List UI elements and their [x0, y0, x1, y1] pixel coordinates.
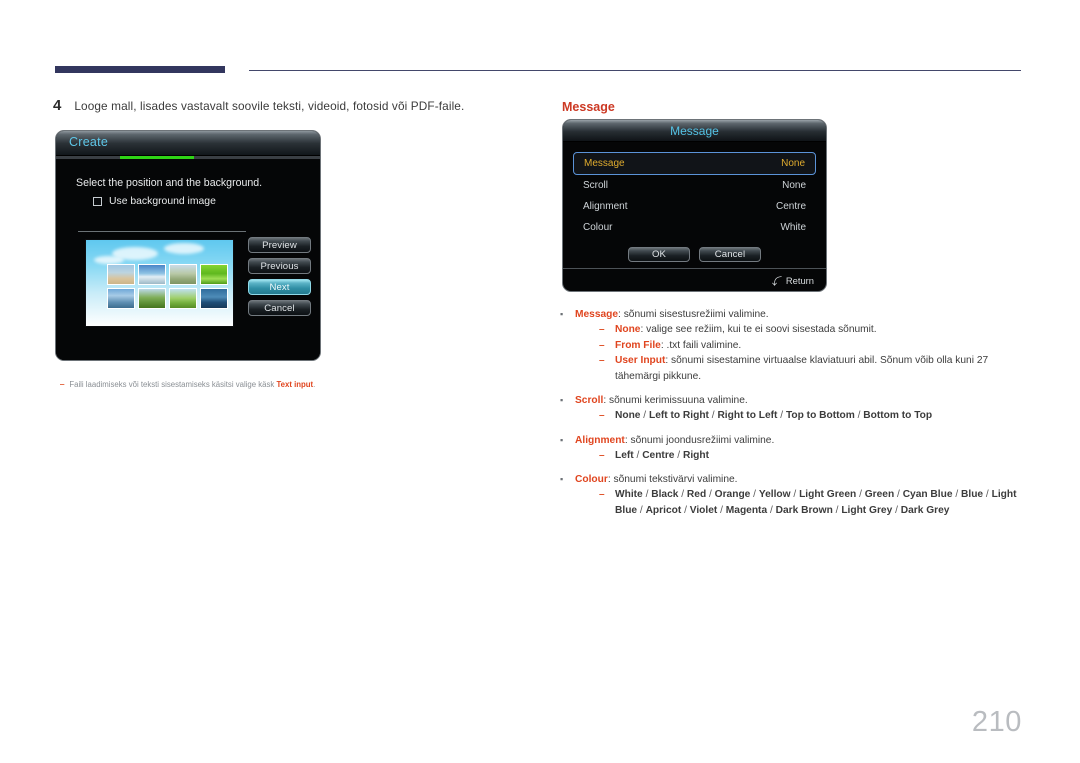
sub-bullet-scroll-options: – None / Left to Right / Right to Left /… — [599, 408, 1036, 424]
message-dialog-titlebar: Message — [563, 120, 826, 142]
footnote-dash: ‒ — [60, 380, 65, 389]
message-dialog-actions: OK Cancel — [573, 247, 816, 262]
message-dialog-body: Message None Scroll None Alignment Centr… — [563, 142, 826, 262]
row-label: Alignment — [583, 201, 628, 212]
row-label: Colour — [583, 222, 613, 233]
sub-bullet-alignment-options: – Left / Centre / Right — [599, 448, 1036, 464]
sub-bullet-colour-options: – White / Black / Red / Orange / Yellow … — [599, 487, 1036, 518]
dash-icon: – — [599, 410, 605, 421]
bullet-text: Scroll: sõnumi kerimissuuna valimine. — [575, 395, 748, 406]
create-dialog-titlebar: Create — [56, 131, 320, 156]
return-label: Return — [785, 274, 814, 286]
message-row-scroll[interactable]: Scroll None — [573, 175, 816, 196]
bullet-text: Colour: sõnumi tekstivärvi valimine. — [575, 474, 738, 485]
use-background-image-label: Use background image — [109, 196, 216, 207]
row-value: None — [781, 158, 805, 169]
preview-thumbnail — [107, 288, 135, 309]
message-dialog: Message Message None Scroll None Alignme… — [562, 119, 827, 292]
dash-icon: – — [599, 449, 605, 461]
cloud-shape — [94, 256, 124, 264]
cancel-button[interactable]: Cancel — [248, 300, 311, 316]
header-accent-bar — [55, 66, 225, 73]
page-number: 210 — [971, 706, 1022, 738]
message-dialog-title: Message — [670, 123, 719, 138]
bullet-text: Alignment: sõnumi joondusrežiimi valimin… — [575, 434, 775, 446]
dash-icon: – — [599, 489, 605, 500]
create-instruction: Select the position and the background. — [76, 177, 263, 189]
sub-list: – None / Left to Right / Right to Left /… — [599, 408, 1036, 424]
return-arrow-icon: ⤵ — [771, 276, 782, 288]
bullet-text: Message: sõnumi sisestusrežiimi valimine… — [575, 309, 769, 320]
dash-icon: – — [599, 339, 605, 351]
sub-list: – Left / Centre / Right — [599, 448, 1036, 464]
bullet-scroll: ▪ Scroll: sõnumi kerimissuuna valimine. … — [560, 393, 1036, 424]
create-divider — [78, 231, 246, 232]
next-button[interactable]: Next — [248, 279, 311, 295]
preview-thumbnail — [200, 264, 228, 285]
manual-page: 4 Looge mall, lisades vastavalt soovile … — [0, 0, 1080, 763]
sub-bullet-text: None: valige see režiim, kui te ei soovi… — [615, 324, 877, 335]
bullet-dot-icon: ▪ — [560, 434, 564, 445]
sub-bullet-text: From File: .txt faili valimine. — [615, 339, 742, 351]
dash-icon: – — [599, 355, 605, 366]
header-rule — [249, 70, 1021, 71]
sub-list: – White / Black / Red / Orange / Yellow … — [599, 487, 1036, 518]
ok-button[interactable]: OK — [628, 247, 690, 262]
row-value: Centre — [775, 201, 806, 212]
description-list: ▪ Message: sõnumi sisestusrežiimi valimi… — [560, 307, 1036, 518]
preview-thumbnail — [169, 264, 197, 285]
create-dialog-title: Create — [69, 135, 109, 149]
dash-icon: – — [599, 324, 605, 335]
sub-bullet-from-file: – From File: .txt faili valimine. — [599, 338, 1036, 354]
bullet-message: ▪ Message: sõnumi sisestusrežiimi valimi… — [560, 307, 1036, 384]
preview-thumbnail — [169, 288, 197, 309]
create-dialog: Create Select the position and the backg… — [55, 130, 321, 361]
template-preview — [85, 239, 234, 327]
footnote-highlight: Text input — [276, 380, 314, 389]
step-instruction: 4 Looge mall, lisades vastavalt soovile … — [53, 97, 464, 114]
bullet-dot-icon: ▪ — [560, 309, 564, 319]
checkbox-box-icon[interactable] — [93, 197, 102, 206]
row-value: None — [782, 180, 806, 191]
sub-bullet-none: – None: valige see režiim, kui te ei soo… — [599, 322, 1036, 338]
scroll-options: None / Left to Right / Right to Left / T… — [615, 410, 933, 421]
section-title: Message — [562, 100, 615, 114]
preview-thumbnail — [138, 288, 166, 309]
use-background-image-checkbox[interactable]: Use background image — [93, 196, 216, 207]
step-text: Looge mall, lisades vastavalt soovile te… — [74, 99, 465, 113]
alignment-options: Left / Centre / Right — [615, 449, 709, 461]
preview-thumbnail — [138, 264, 166, 285]
row-label: Scroll — [583, 180, 609, 191]
sub-list: – None: valige see režiim, kui te ei soo… — [599, 322, 1036, 384]
sub-bullet-user-input: – User Input: sõnumi sisestamine virtuaa… — [599, 353, 1036, 384]
message-dialog-footer: ⤵ Return — [563, 268, 826, 291]
footnote: ‒ Faili laadimiseks või teksti sisestami… — [60, 380, 315, 389]
bullet-colour: ▪ Colour: sõnumi tekstivärvi valimine. –… — [560, 472, 1036, 518]
message-row-message[interactable]: Message None — [573, 152, 816, 175]
sub-bullet-text: User Input: sõnumi sisestamine virtuaals… — [615, 355, 989, 382]
footnote-text: Faili laadimiseks või teksti sisestamise… — [69, 380, 316, 389]
create-dialog-body: Select the position and the background. … — [56, 159, 320, 360]
bullet-dot-icon: ▪ — [560, 395, 564, 405]
bullet-alignment: ▪ Alignment: sõnumi joondusrežiimi valim… — [560, 433, 1036, 464]
cloud-shape — [164, 243, 204, 254]
preview-thumbnail — [200, 288, 228, 309]
row-value: White — [780, 222, 806, 233]
create-dialog-buttons: Preview Previous Next Cancel — [248, 237, 311, 316]
message-cancel-button[interactable]: Cancel — [699, 247, 761, 262]
step-number: 4 — [53, 97, 62, 114]
previous-button[interactable]: Previous — [248, 258, 311, 274]
message-row-alignment[interactable]: Alignment Centre — [573, 196, 816, 217]
preview-thumbnail-grid — [107, 264, 228, 309]
message-row-colour[interactable]: Colour White — [573, 217, 816, 238]
bullet-dot-icon: ▪ — [560, 474, 564, 484]
preview-thumbnail — [107, 264, 135, 285]
colour-options: White / Black / Red / Orange / Yellow / … — [615, 489, 1017, 516]
preview-button[interactable]: Preview — [248, 237, 311, 253]
row-label: Message — [584, 158, 625, 169]
